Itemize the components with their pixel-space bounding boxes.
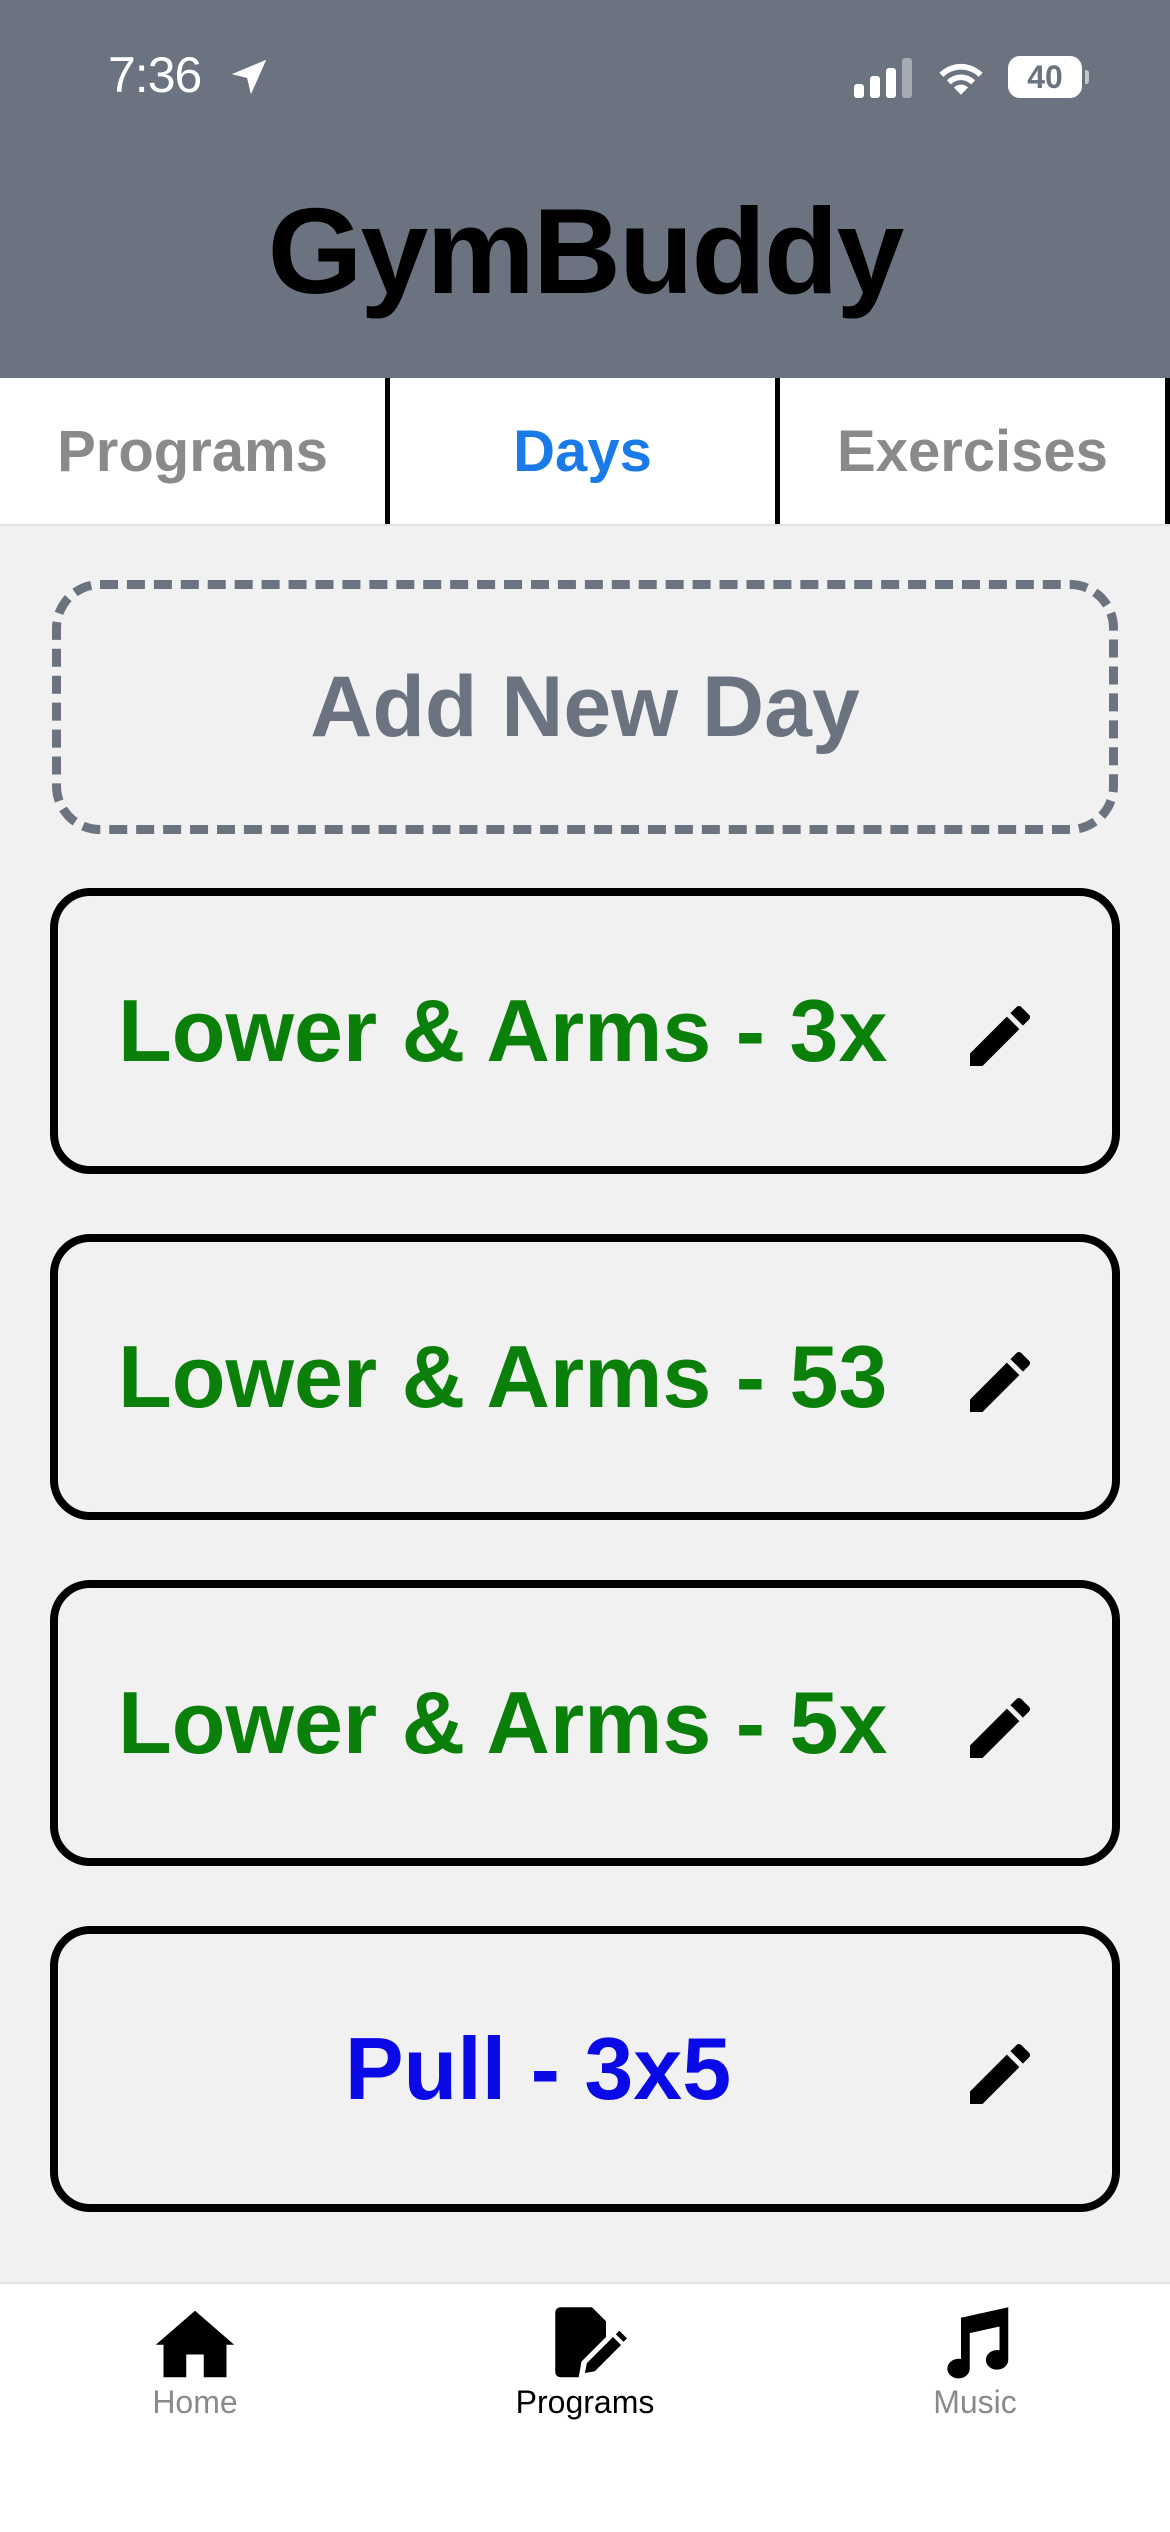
- add-new-day-button[interactable]: Add New Day: [52, 580, 1118, 834]
- tab-days[interactable]: Days: [390, 378, 780, 524]
- edit-document-icon: [555, 2307, 627, 2378]
- edit-pencil-icon[interactable]: [960, 1688, 1040, 1768]
- nav-home-label: Home: [152, 2384, 238, 2420]
- tab-programs[interactable]: Programs: [0, 378, 390, 524]
- day-name: Lower & Arms - 53: [118, 1327, 888, 1426]
- nav-home[interactable]: Home: [0, 2284, 390, 2434]
- tab-bar: Programs Days Exercises: [0, 378, 1170, 526]
- music-note-icon: [947, 2307, 1009, 2379]
- edit-pencil-icon[interactable]: [960, 1342, 1040, 1422]
- nav-music[interactable]: Music: [780, 2284, 1170, 2434]
- wifi-icon: [939, 63, 983, 95]
- location-arrow-icon: [231, 59, 267, 95]
- home-icon: [155, 2310, 235, 2378]
- day-card[interactable]: Pull - 3x5: [50, 1926, 1120, 2212]
- nav-programs[interactable]: Programs: [390, 2284, 780, 2434]
- edit-pencil-icon[interactable]: [960, 996, 1040, 1076]
- status-time: 7:36: [108, 47, 202, 103]
- battery-tip: [1085, 70, 1089, 84]
- day-name: Pull - 3x5: [344, 2019, 732, 2118]
- day-card[interactable]: Lower & Arms - 5x: [50, 1580, 1120, 1866]
- battery-level: 40: [1027, 59, 1063, 95]
- nav-music-label: Music: [933, 2384, 1017, 2420]
- app-header: 7:36 40 GymBuddy: [0, 0, 1170, 378]
- battery-indicator: 40: [1008, 56, 1089, 98]
- day-card[interactable]: Lower & Arms - 3x: [50, 888, 1120, 1174]
- day-name: Lower & Arms - 3x: [118, 981, 888, 1080]
- day-card[interactable]: Lower & Arms - 53: [50, 1234, 1120, 1520]
- edit-pencil-icon[interactable]: [960, 2034, 1040, 2114]
- cellular-signal-icon: [854, 58, 912, 98]
- tab-exercises[interactable]: Exercises: [780, 378, 1170, 524]
- day-name: Lower & Arms - 5x: [118, 1673, 888, 1772]
- bottom-tab-bar: Home Programs Music: [0, 2282, 1170, 2532]
- nav-programs-label: Programs: [515, 2384, 655, 2420]
- app-title: GymBuddy: [267, 183, 905, 319]
